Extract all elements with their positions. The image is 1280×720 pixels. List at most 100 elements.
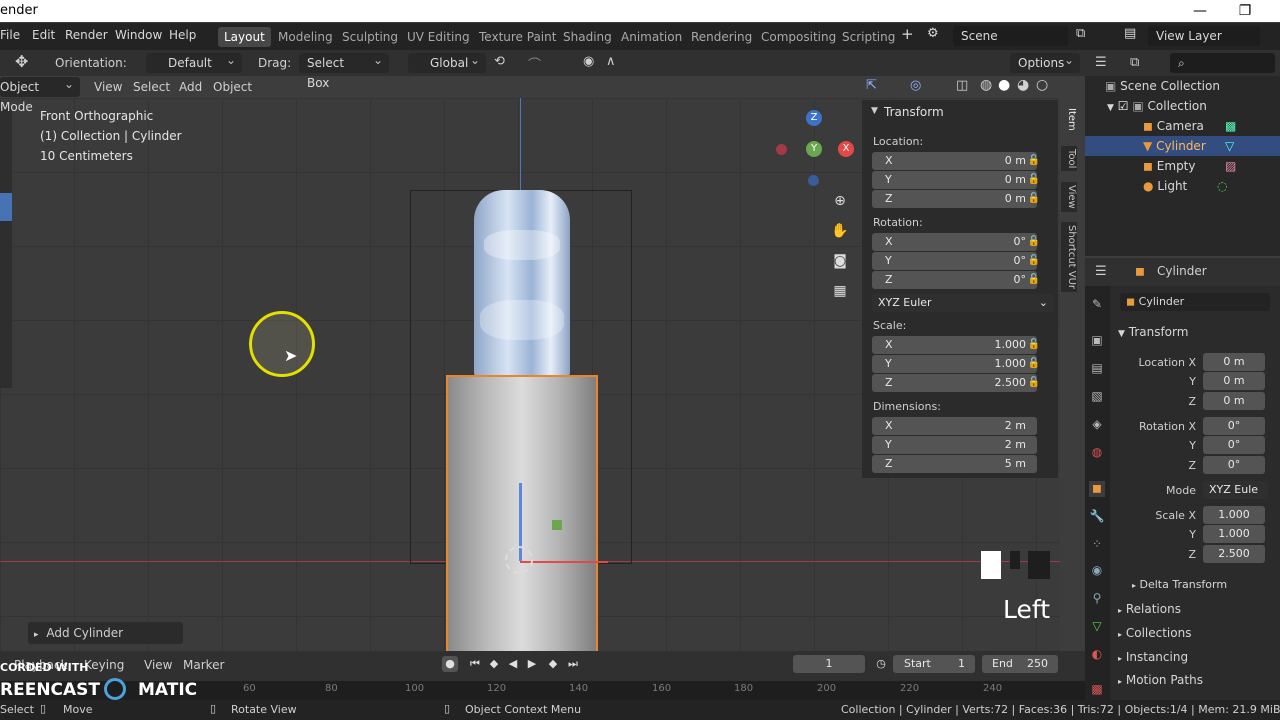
menu-view[interactable]: View	[94, 80, 122, 94]
tab-layout[interactable]: Layout	[218, 27, 271, 47]
camera-view-icon[interactable]: ◙	[830, 253, 850, 273]
prev-keyframe-icon[interactable]: ◆	[486, 656, 502, 672]
lock-icon[interactable]: 🔓	[1027, 190, 1041, 208]
section-instancing[interactable]: ▸ Instancing	[1118, 650, 1188, 664]
prop-scale-z[interactable]: 2.500	[1203, 545, 1265, 563]
tool-tab-icon[interactable]: ✎	[1089, 297, 1105, 313]
prop-scale-y[interactable]: 1.000	[1203, 525, 1265, 543]
scale-x-field[interactable]: X 1.000	[872, 336, 1037, 354]
outliner-item-camera[interactable]: ◼ Camera ▩	[1085, 116, 1280, 136]
outliner-item-collection[interactable]: ▼ ☑ ▣ Collection	[1085, 96, 1280, 116]
rotation-z-field[interactable]: Z 0°	[872, 271, 1037, 289]
collapse-icon[interactable]: ▼	[871, 106, 878, 116]
record-button[interactable]: ●	[442, 656, 458, 672]
rotation-mode-dropdown[interactable]: XYZ Euler ⌄	[872, 294, 1054, 312]
options-dropdown[interactable]: Options	[1010, 50, 1080, 73]
prop-location-z[interactable]: 0 m	[1203, 392, 1265, 410]
outliner-item-cylinder[interactable]: ▼ Cylinder ▽	[1085, 136, 1280, 156]
material-shading-icon[interactable]: ◕	[1017, 77, 1029, 93]
tab-tool[interactable]: Tool	[1061, 146, 1077, 172]
lock-icon[interactable]: 🔓	[1027, 233, 1041, 251]
scale-z-field[interactable]: Z 2.500	[872, 374, 1037, 392]
section-relations[interactable]: ▸ Relations	[1118, 602, 1181, 616]
gizmo-neg-x[interactable]	[776, 144, 787, 155]
view-layer-field[interactable]: View Layer	[1148, 26, 1260, 46]
prop-rotation-z[interactable]: 0°	[1203, 456, 1265, 474]
play-reverse-icon[interactable]: ◀	[505, 656, 521, 672]
modifier-tab-icon[interactable]: 🔧	[1089, 509, 1105, 525]
ortho-grid-icon[interactable]: ▦	[830, 283, 850, 303]
material-tab-icon[interactable]: ◐	[1089, 647, 1105, 663]
dimensions-z-field[interactable]: Z 5 m	[872, 455, 1037, 473]
end-frame-field[interactable]: End 250	[982, 655, 1058, 673]
texture-tab-icon[interactable]: ▩	[1089, 682, 1105, 698]
active-tool-icon[interactable]	[0, 193, 12, 221]
cylinder-object[interactable]	[446, 375, 598, 651]
lock-icon[interactable]: 🔓	[1027, 171, 1041, 189]
section-collections[interactable]: ▸ Collections	[1118, 626, 1191, 640]
gizmo-z[interactable]: Z	[806, 110, 822, 126]
falloff-icon[interactable]: ∧	[606, 54, 616, 69]
location-x-field[interactable]: X 0 m	[872, 152, 1037, 170]
current-frame-field[interactable]: 1	[793, 655, 865, 673]
maximize-button[interactable]: ❐	[1225, 1, 1265, 21]
outliner-item-light[interactable]: ● Light ◌	[1085, 176, 1280, 196]
view-layer-tab-icon[interactable]: ▧	[1089, 389, 1105, 405]
lock-icon[interactable]: 🔓	[1027, 152, 1041, 170]
menu-render[interactable]: Render	[65, 28, 108, 42]
transform-section[interactable]: ▼ Transform	[1118, 325, 1188, 339]
tab-shortcut-vur[interactable]: Shortcut VUr	[1061, 222, 1077, 293]
tab-sculpting[interactable]: Sculpting	[336, 27, 404, 47]
tab-compositing[interactable]: Compositing	[755, 27, 842, 47]
jump-end-icon[interactable]: ⏭	[565, 656, 581, 672]
last-operator-panel[interactable]: ▸ Add Cylinder	[28, 622, 183, 644]
world-tab-icon[interactable]: ◍	[1089, 445, 1105, 461]
section-delta-transform[interactable]: ▸ Delta Transform	[1132, 578, 1227, 591]
minimize-button[interactable]: —	[1180, 1, 1220, 21]
tab-rendering[interactable]: Rendering	[685, 27, 758, 47]
render-tab-icon[interactable]: ▣	[1089, 333, 1105, 349]
prop-rotation-y[interactable]: 0°	[1203, 436, 1265, 454]
proportional-edit-icon[interactable]: ◉	[583, 54, 594, 69]
rotation-y-field[interactable]: Y 0°	[872, 252, 1037, 270]
zoom-icon[interactable]: ⊕	[830, 193, 850, 213]
lock-icon[interactable]: 🔓	[1027, 374, 1041, 392]
constraints-tab-icon[interactable]: ⚲	[1089, 591, 1105, 607]
object-tab-icon[interactable]: ◼	[1089, 481, 1105, 497]
section-motion-paths[interactable]: ▸ Motion Paths	[1118, 673, 1203, 687]
move-tool-icon[interactable]: ✥	[15, 52, 28, 71]
y-handle[interactable]	[552, 520, 562, 530]
stopwatch-icon[interactable]: ◷	[873, 656, 889, 672]
editor-type-icon[interactable]: ☰	[1095, 55, 1107, 70]
gizmo-y[interactable]: Y	[806, 141, 822, 157]
play-icon[interactable]: ▶	[524, 656, 540, 672]
prop-location-x[interactable]: 0 m	[1203, 353, 1265, 371]
menu-file[interactable]: File	[0, 28, 20, 42]
particles-tab-icon[interactable]: ⁘	[1089, 537, 1105, 553]
tab-shading[interactable]: Shading	[557, 27, 618, 47]
gizmo-x[interactable]: X	[838, 141, 854, 157]
tab-item[interactable]: Item	[1061, 105, 1077, 134]
menu-add[interactable]: Add	[179, 80, 202, 94]
wireframe-shading-icon[interactable]: ◍	[980, 77, 992, 93]
outliner-search-input[interactable]: ⌕	[1170, 53, 1275, 73]
add-workspace-button[interactable]: +	[901, 25, 914, 43]
scene-tab-icon[interactable]: ◈	[1089, 417, 1105, 433]
prop-scale-x[interactable]: 1.000	[1203, 506, 1265, 524]
data-tab-icon[interactable]: ▽	[1089, 619, 1105, 635]
new-scene-icon[interactable]: ⧉	[1076, 26, 1085, 41]
dimensions-y-field[interactable]: Y 2 m	[872, 436, 1037, 454]
pivot-icon[interactable]: ⟲	[494, 54, 505, 69]
jump-start-icon[interactable]: ⏮	[467, 656, 483, 672]
prop-rotation-x[interactable]: 0°	[1203, 417, 1265, 435]
snap-icon[interactable]: ⌒	[528, 54, 541, 73]
gizmo-neg-z[interactable]	[808, 175, 819, 186]
scale-y-field[interactable]: Y 1.000	[872, 355, 1037, 373]
menu-edit[interactable]: Edit	[32, 28, 55, 42]
menu-object[interactable]: Object	[213, 80, 252, 94]
menu-window[interactable]: Window	[115, 28, 162, 42]
prop-location-y[interactable]: 0 m	[1203, 372, 1265, 390]
lock-icon[interactable]: 🔓	[1027, 252, 1041, 270]
dimensions-x-field[interactable]: X 2 m	[872, 417, 1037, 435]
rotation-x-field[interactable]: X 0°	[872, 233, 1037, 251]
